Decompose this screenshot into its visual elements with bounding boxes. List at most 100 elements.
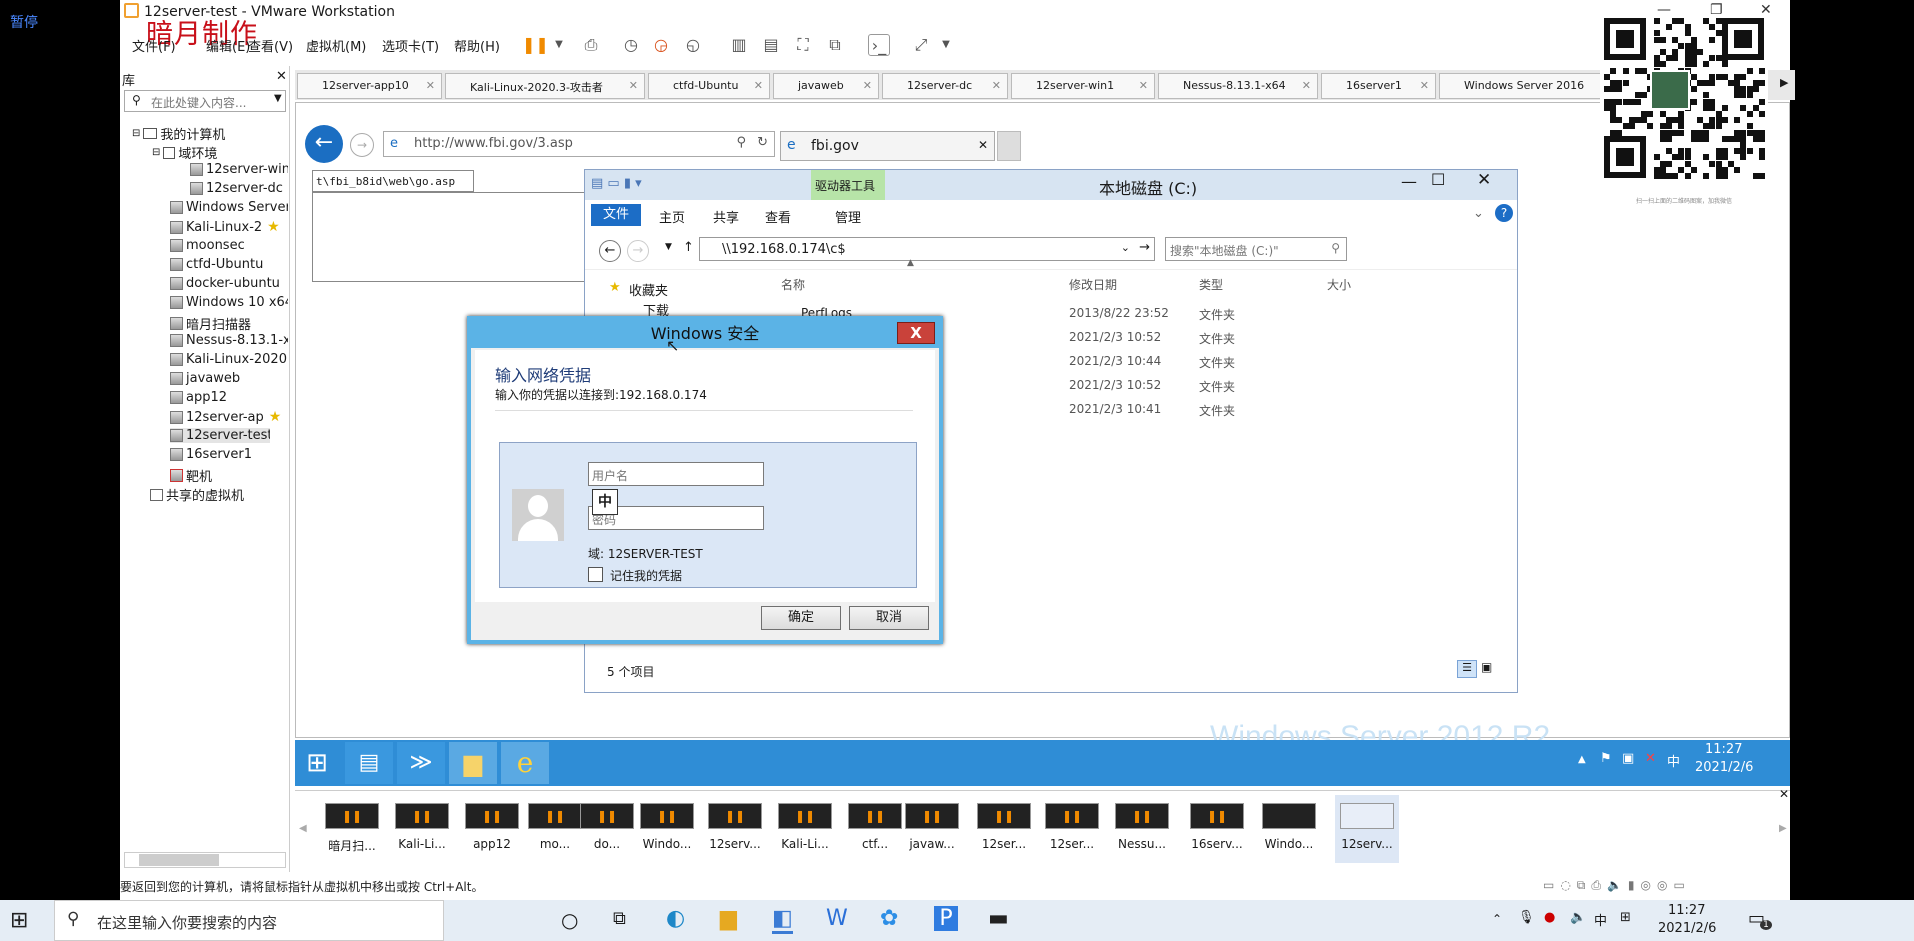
- task-view-icon[interactable]: ⧉: [613, 908, 626, 929]
- tray-up-icon[interactable]: ▲: [1578, 754, 1586, 765]
- mic-icon[interactable]: 🎙: [1518, 910, 1535, 925]
- tree-vm-scanner[interactable]: 暗月扫描器: [170, 314, 288, 333]
- chevron-right-icon[interactable]: ▶: [1780, 76, 1788, 89]
- qq-icon[interactable]: ●: [1544, 910, 1555, 925]
- tray-up-icon[interactable]: ⌃: [1492, 912, 1502, 926]
- tab-javaweb[interactable]: javaweb ✕: [773, 73, 879, 99]
- maximize-button[interactable]: ☐: [1431, 170, 1445, 189]
- menu-help[interactable]: 帮助(H): [454, 36, 500, 55]
- terminal-icon[interactable]: ▬: [988, 906, 1009, 931]
- vm-thumbnail[interactable]: ❚❚ ctf...: [843, 795, 907, 863]
- close-icon[interactable]: ✕: [992, 79, 1001, 92]
- tab-windows-server-2016[interactable]: Windows Server 2016: [1439, 73, 1609, 99]
- ok-button[interactable]: 确定: [761, 606, 841, 630]
- chevron-down-icon[interactable]: ⌄: [1473, 206, 1484, 221]
- col-size[interactable]: 大小: [1327, 276, 1351, 293]
- volume-icon[interactable]: 🔈: [1570, 910, 1586, 925]
- vm-thumbnail[interactable]: ❚❚ Kali-Li...: [773, 795, 837, 863]
- windows-start-icon[interactable]: ⊞: [10, 908, 28, 933]
- close-icon[interactable]: ✕: [629, 79, 638, 92]
- dialog-close-button[interactable]: X: [897, 322, 935, 344]
- ie-icon[interactable]: e: [501, 742, 549, 784]
- vm-thumbnail[interactable]: ❚❚ 16serv...: [1185, 795, 1249, 863]
- edge-icon[interactable]: ◐: [666, 906, 685, 931]
- close-icon[interactable]: ✕: [426, 79, 435, 92]
- word-icon[interactable]: W: [826, 906, 848, 931]
- chevron-down-icon[interactable]: ▼: [548, 34, 570, 56]
- library-view-icon[interactable]: ▥: [728, 34, 750, 56]
- ribbon-tab-home[interactable]: 主页: [659, 207, 685, 226]
- details-view-icon[interactable]: ☰: [1457, 660, 1477, 678]
- tab-12server-app10[interactable]: 12server-app10 ✕: [297, 73, 442, 99]
- tree-shared-vms[interactable]: 共享的虚拟机: [150, 485, 288, 504]
- large-icons-view-icon[interactable]: ▣: [1481, 660, 1492, 674]
- start-icon[interactable]: ⊞: [295, 740, 339, 786]
- vm-thumbnail[interactable]: ❚❚ javaw...: [900, 795, 964, 863]
- vm-thumbnail[interactable]: Windo...: [1257, 795, 1321, 863]
- vm-thumbnail[interactable]: ❚❚ 暗月扫...: [320, 795, 384, 863]
- search-icon[interactable]: ⚲: [736, 135, 746, 150]
- tab-kali-attacker[interactable]: Kali-Linux-2020.3-攻击者 ✕: [445, 73, 645, 99]
- close-icon[interactable]: ✕: [1139, 79, 1148, 92]
- vm-thumbnail[interactable]: 12serv...: [1335, 795, 1399, 863]
- tab-nessus[interactable]: Nessus-8.13.1-x64 ✕: [1158, 73, 1318, 99]
- forward-button[interactable]: →: [350, 133, 374, 157]
- host-search-box[interactable]: 在这里输入你要搜索的内容 ⚲: [54, 900, 444, 941]
- file-explorer-icon[interactable]: ▆: [449, 742, 497, 784]
- tree-vm-ctfd[interactable]: ctfd-Ubuntu: [170, 257, 288, 272]
- vm-thumbnail[interactable]: ❚❚ do...: [575, 795, 639, 863]
- volume-icon[interactable]: ✕: [1645, 751, 1656, 766]
- snapshot-manager-icon[interactable]: ◵: [682, 34, 704, 56]
- new-tab-button[interactable]: [997, 131, 1021, 161]
- device-icons[interactable]: ▭◌⧉⎙🔈▮◎◎▭: [1543, 878, 1691, 893]
- close-icon[interactable]: ✕: [1420, 79, 1429, 92]
- console-icon[interactable]: ›_: [868, 34, 890, 56]
- tree-vm-12server-ap[interactable]: 12server-ap ★: [170, 409, 288, 425]
- powerpoint-icon[interactable]: P: [934, 906, 958, 931]
- tree-vm-kali-linux[interactable]: Kali-Linux-2 ★: [170, 219, 288, 235]
- vm-thumbnail[interactable]: ❚❚ Nessu...: [1110, 795, 1174, 863]
- revert-snapshot-icon[interactable]: ◶: [650, 34, 672, 56]
- tree-vm-16server1[interactable]: 16server1: [170, 447, 288, 462]
- col-date[interactable]: 修改日期: [1069, 276, 1117, 293]
- host-ime-indicator[interactable]: 中: [1594, 910, 1607, 929]
- close-icon[interactable]: ✕: [1302, 79, 1311, 92]
- col-name[interactable]: 名称: [781, 276, 805, 293]
- chevron-down-icon[interactable]: ▼: [935, 34, 957, 56]
- back-button[interactable]: ←: [305, 125, 343, 163]
- library-search-input[interactable]: 在此处键入内容...: [124, 90, 286, 112]
- go-icon[interactable]: →: [1139, 240, 1150, 255]
- refresh-icon[interactable]: ↻: [757, 135, 768, 150]
- tree-vm-target[interactable]: 靶机: [170, 466, 288, 485]
- unity-icon[interactable]: ⧉: [824, 34, 846, 56]
- explorer-search[interactable]: 搜索"本地磁盘 (C:)" ⚲: [1165, 237, 1347, 261]
- tab-12server-win1[interactable]: 12server-win1 ✕: [1011, 73, 1155, 99]
- pause-label[interactable]: 暂停: [10, 12, 38, 32]
- tree-vm-app12[interactable]: app12: [170, 390, 288, 405]
- up-icon[interactable]: ↑: [683, 240, 694, 255]
- forward-icon[interactable]: →: [627, 240, 649, 262]
- flag-icon[interactable]: ⚑: [1600, 751, 1612, 766]
- remember-checkbox[interactable]: [588, 567, 603, 582]
- vm-thumbnail[interactable]: ❚❚ 12ser...: [1040, 795, 1104, 863]
- chevron-left-icon[interactable]: ◀: [299, 823, 307, 834]
- vm-thumbnail[interactable]: ❚❚ Kali-Li...: [390, 795, 454, 863]
- browser-tab[interactable]: e fbi.gov ✕: [780, 131, 995, 161]
- tree-vm-nessus[interactable]: Nessus-8.13.1-x: [170, 333, 288, 348]
- tab-16server1[interactable]: 16server1 ✕: [1321, 73, 1436, 99]
- ime-mode-icon[interactable]: ⊞: [1620, 910, 1631, 925]
- ribbon-tab-share[interactable]: 共享: [713, 207, 739, 226]
- tree-vm-moonsec[interactable]: moonsec: [170, 238, 288, 253]
- back-icon[interactable]: ←: [599, 240, 621, 262]
- close-icon[interactable]: ✕: [754, 79, 763, 92]
- tree-vm-win10[interactable]: Windows 10 x64: [170, 295, 288, 310]
- send-keys-icon[interactable]: ⎙: [580, 34, 602, 56]
- close-icon[interactable]: ✕: [1779, 787, 1789, 801]
- close-button[interactable]: ✕: [1477, 170, 1491, 190]
- cortana-icon[interactable]: ○: [561, 908, 578, 932]
- menu-edit[interactable]: 编辑(E): [206, 36, 250, 55]
- ribbon-tab-view[interactable]: 查看: [765, 207, 791, 226]
- minimize-button[interactable]: —: [1401, 172, 1417, 191]
- nav-favorites[interactable]: 收藏夹: [629, 280, 668, 299]
- close-icon[interactable]: ✕: [863, 79, 872, 92]
